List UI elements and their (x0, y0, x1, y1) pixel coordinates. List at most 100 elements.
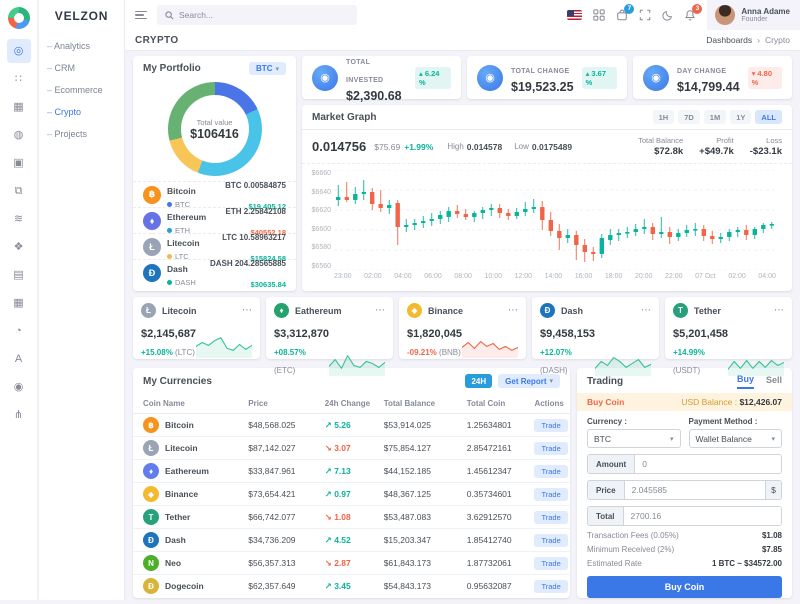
search-input[interactable] (179, 10, 349, 20)
range-button-1h[interactable]: 1H (653, 110, 675, 124)
multilevel-icon[interactable]: ⋔ (7, 403, 31, 427)
stat-card: ◉ DAY CHANGE $14,799.44 ▾ 4.80 % (633, 56, 792, 99)
range-button-7d[interactable]: 7D (678, 110, 700, 124)
coin-card-value: $1,820,045 (407, 328, 462, 340)
topbar: 7 3 Anna Adame Founder (125, 0, 800, 30)
table-row[interactable]: ฿Bitcoin $48,568.025 ↗ 5.26 $53,914.025 … (133, 414, 570, 437)
user-menu[interactable]: Anna Adame Founder (707, 0, 800, 30)
trade-button[interactable]: Trade (534, 442, 567, 455)
table-row[interactable]: ◆Binance $73,654.421 ↗ 0.97 $48,367.125 … (133, 483, 570, 506)
sidebar-item-crm[interactable]: CRM (39, 57, 124, 79)
fullscreen-button[interactable] (639, 9, 651, 21)
sidebar-item-analytics[interactable]: Analytics (39, 35, 124, 57)
trade-button[interactable]: Trade (534, 419, 567, 432)
sparkline-chart (595, 350, 651, 378)
column-header: 24h Change (319, 394, 378, 414)
trade-button[interactable]: Trade (534, 534, 567, 547)
range-button-all[interactable]: ALL (755, 110, 782, 124)
trade-button[interactable]: Trade (534, 511, 567, 524)
amount-label: Amount (588, 455, 635, 473)
charts-icon[interactable]: ◔ (7, 319, 31, 343)
x-tick-label: 08:00 (454, 273, 472, 280)
table-row[interactable]: ĐDash $34,736.209 ↗ 4.52 $15,203.347 1.8… (133, 529, 570, 552)
x-tick-label: 02:00 (364, 273, 382, 280)
trade-button[interactable]: Trade (534, 465, 567, 478)
buy-coin-button[interactable]: Buy Coin (587, 576, 782, 598)
advance-ui-icon[interactable]: ❖ (7, 235, 31, 259)
base-ui-icon[interactable]: ≋ (7, 207, 31, 231)
currency-select[interactable]: BTC ▾ (587, 429, 681, 448)
cell-price: $33,847.961 (242, 460, 318, 483)
brand-logo-icon[interactable] (8, 7, 30, 29)
layouts-icon[interactable]: ▦ (7, 95, 31, 119)
notifications-button[interactable]: 3 (684, 9, 696, 21)
payment-method-label: Payment Method : (689, 417, 783, 426)
cart-button[interactable]: 7 (616, 9, 628, 21)
language-flag-button[interactable] (567, 10, 582, 20)
brand-wordmark[interactable]: VELZON (39, 0, 124, 35)
currencies-card: My Currencies 24H Get Report ▾ Coin Name… (133, 368, 570, 598)
table-row[interactable]: ♦Eathereum $33,847.961 ↗ 7.13 $44,152.18… (133, 460, 570, 483)
forms-icon[interactable]: ▤ (7, 263, 31, 287)
cell-price: $66,742.077 (242, 506, 318, 529)
coin-amount: ETH 2.25842108 (226, 207, 287, 216)
apps-grid-button[interactable] (593, 9, 605, 21)
donut-center-value: $106416 (190, 127, 239, 141)
pages-icon[interactable]: ▣ (7, 151, 31, 175)
sidebar-item-projects[interactable]: Projects (39, 123, 124, 145)
total-input[interactable] (624, 507, 781, 525)
cell-total-coin: 3.62912570 (461, 506, 529, 529)
portfolio-coin-row[interactable]: Đ Dash DASH DASH 204.28565885 $30635.84 (133, 259, 296, 285)
payment-method-value: Wallet Balance (696, 434, 752, 444)
y-tick-label: $6560 (308, 263, 331, 270)
x-tick-label: 04:00 (758, 273, 776, 280)
coin-icon: Đ (143, 264, 161, 282)
price-input[interactable] (625, 481, 765, 499)
table-row[interactable]: ŁLitecoin $87,142.027 ↘ 3.07 $75,854.127… (133, 437, 570, 460)
icons-icon[interactable]: A (7, 347, 31, 371)
coin-card-name: Litecoin (162, 306, 197, 316)
range-selector: 1H7D 1M 1Y ALL (653, 110, 782, 124)
x-tick-label: 14:00 (545, 273, 563, 280)
cell-coin-name: Dash (165, 535, 186, 545)
more-options-icon[interactable]: ⋯ (242, 308, 252, 314)
coin-icon: ฿ (143, 186, 161, 204)
table-row[interactable]: TTether $66,742.077 ↘ 1.08 $53,487.083 3… (133, 506, 570, 529)
table-row[interactable]: NNeo $56,357.313 ↘ 2.87 $61,843.173 1.87… (133, 552, 570, 575)
notifications-badge: 3 (692, 4, 702, 14)
range-button-1y[interactable]: 1Y (730, 110, 751, 124)
cell-coin-name: Eathereum (165, 466, 209, 476)
portfolio-currency-select[interactable]: BTC ▾ (249, 62, 286, 75)
search-box (157, 5, 357, 25)
payment-method-select[interactable]: Wallet Balance ▾ (689, 429, 783, 448)
range-24h-button[interactable]: 24H (465, 374, 492, 388)
hamburger-menu-icon[interactable] (135, 8, 147, 21)
range-button-1m[interactable]: 1M (704, 110, 726, 124)
sidebar-item-ecommerce[interactable]: Ecommerce (39, 79, 124, 101)
topbar-actions: 7 3 Anna Adame Founder (567, 0, 800, 30)
trade-button[interactable]: Trade (534, 580, 567, 593)
cell-24h-change: ↘ 3.07 (325, 443, 351, 453)
dashboards-icon[interactable]: ◎ (7, 39, 31, 63)
tables-icon[interactable]: ▦ (7, 291, 31, 315)
more-options-icon[interactable]: ⋯ (375, 308, 385, 314)
dark-mode-button[interactable] (662, 10, 673, 21)
coin-mini-card-litecoin: Ł Litecoin ⋯ $2,145,687 +15.08% (LTC) (133, 297, 260, 359)
more-options-icon[interactable]: ⋯ (508, 308, 518, 314)
trade-button[interactable]: Trade (534, 488, 567, 501)
more-options-icon[interactable]: ⋯ (641, 308, 651, 314)
apps-icon[interactable]: ∷ (7, 67, 31, 91)
coin-value: $30635.84 (251, 280, 286, 289)
more-options-icon[interactable]: ⋯ (774, 308, 784, 314)
portfolio-card: My Portfolio BTC ▾ Total value $106416 ฿… (133, 56, 296, 291)
authentication-icon[interactable]: ◍ (7, 123, 31, 147)
trade-button[interactable]: Trade (534, 557, 567, 570)
sidebar-item-crypto[interactable]: Crypto (39, 101, 124, 123)
coin-name: Bitcoin (167, 186, 196, 196)
table-row[interactable]: ÐDogecoin $62,357.649 ↗ 3.45 $54,843.173… (133, 575, 570, 598)
breadcrumb-dashboards[interactable]: Dashboards (706, 35, 752, 45)
landing-icon[interactable]: ⧉ (7, 179, 31, 203)
amount-input[interactable] (635, 455, 781, 473)
chart-x-axis: 23:0002:0004:0006:0008:0010:0012:0014:00… (334, 270, 776, 280)
maps-icon[interactable]: ◉ (7, 375, 31, 399)
